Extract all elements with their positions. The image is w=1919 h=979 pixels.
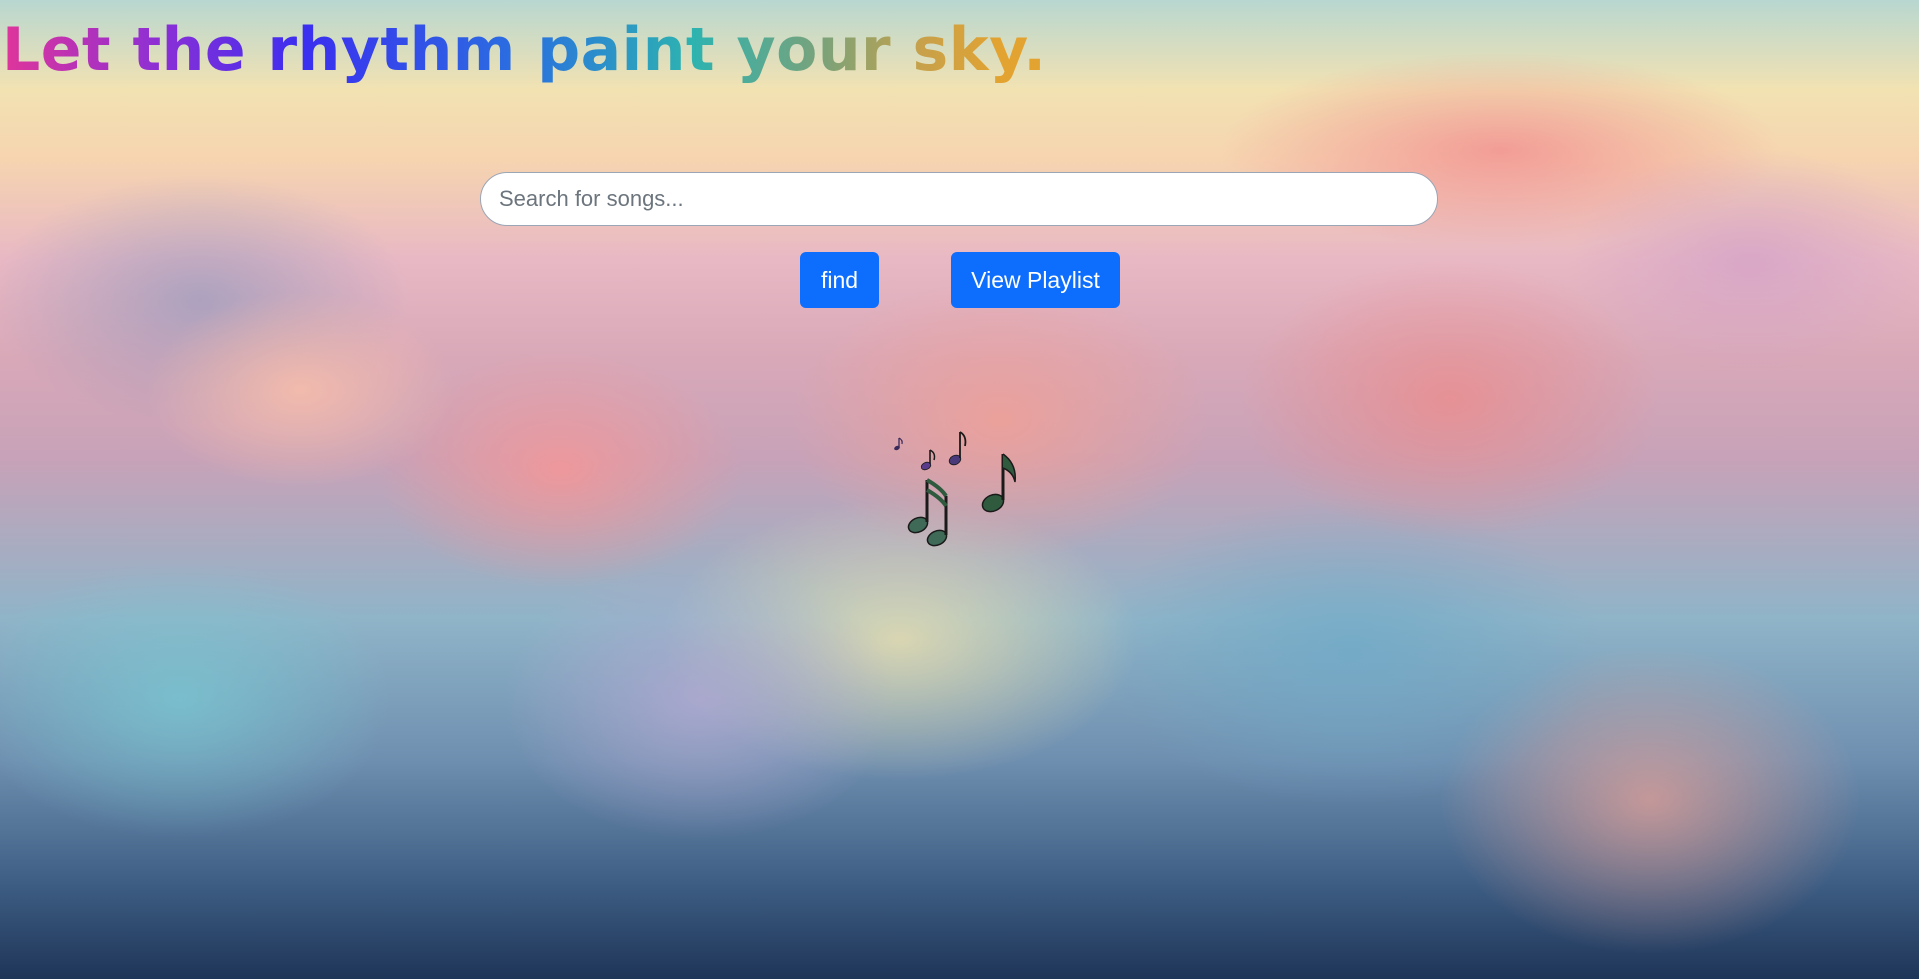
view-playlist-button[interactable]: View Playlist (951, 252, 1120, 308)
tiny-note-icon (894, 437, 903, 451)
find-button[interactable]: find (800, 252, 879, 308)
small-note-icon (948, 431, 967, 466)
music-notes-icon (894, 431, 1016, 547)
double-note-icon (907, 478, 948, 547)
single-note-icon (981, 453, 1016, 513)
page-title: Let the rhythm paint your sky. (2, 4, 1047, 96)
small-purple-note-icon (920, 449, 936, 471)
search-input[interactable] (480, 172, 1438, 226)
